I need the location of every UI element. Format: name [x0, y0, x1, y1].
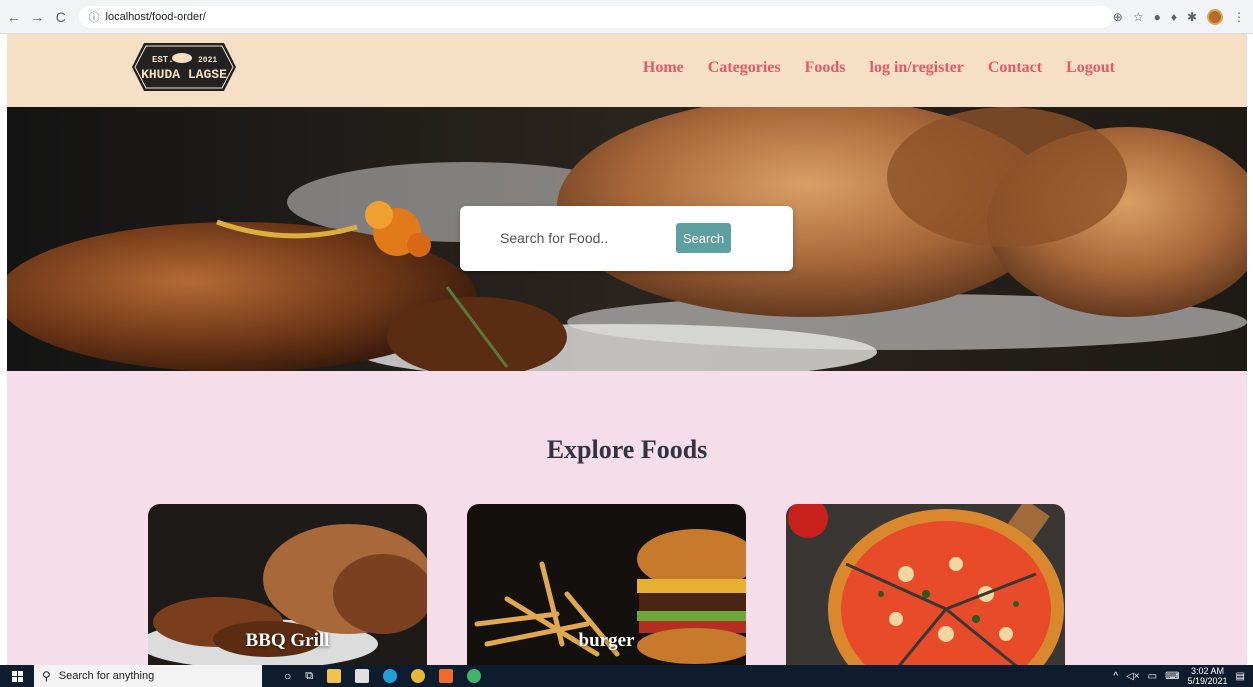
puzzle-icon[interactable]: ✱	[1187, 10, 1197, 24]
search-box: Search	[460, 206, 793, 271]
browser-extensions: ⊕ ☆ ● ♦ ✱ ⋮	[1113, 8, 1245, 25]
shield-icon[interactable]: ●	[1154, 10, 1161, 24]
clock-time: 3:02 AM	[1191, 666, 1225, 676]
nav-categories[interactable]: Categories	[708, 59, 781, 77]
arrow-left-icon[interactable]: ←	[4, 7, 24, 27]
volume-icon[interactable]: ◁×	[1126, 671, 1140, 682]
nav-home[interactable]: Home	[643, 59, 684, 77]
star-icon[interactable]: ☆	[1133, 10, 1144, 24]
address-bar[interactable]: ⓘ localhost/food-order/	[78, 5, 1113, 28]
info-icon[interactable]: ⓘ	[89, 9, 100, 25]
explore-foods-section: Explore Foods BBQ Grill burger	[7, 371, 1247, 665]
clock-date: 5/19/2021	[1187, 676, 1228, 686]
zoom-icon[interactable]: ⊕	[1113, 10, 1123, 24]
section-title: Explore Foods	[546, 435, 708, 464]
nav-logout[interactable]: Logout	[1066, 59, 1115, 77]
profile-avatar[interactable]	[1207, 8, 1224, 25]
menu-icon[interactable]: ⋮	[1233, 10, 1245, 24]
site-logo[interactable]: EST. 2021 KHUDA LAGSE	[132, 43, 236, 91]
logo-name-text: KHUDA LAGSE	[141, 67, 227, 82]
taskbar-search-placeholder: Search for anything	[58, 670, 155, 682]
keyboard-icon[interactable]: ⌨	[1165, 671, 1179, 682]
nav-foods[interactable]: Foods	[805, 59, 846, 77]
taskbar-apps: ○ ⧉	[284, 669, 482, 683]
task-view-icon[interactable]: ⧉	[305, 670, 313, 683]
reload-icon[interactable]: C	[51, 7, 71, 27]
file-explorer-icon[interactable]	[327, 669, 342, 683]
main-nav: Home Categories Foods log in/register Co…	[643, 59, 1115, 77]
category-card-bbq-grill[interactable]: BBQ Grill	[148, 504, 427, 665]
category-label: burger	[578, 630, 635, 651]
category-label: BBQ Grill	[245, 630, 330, 651]
hero-banner: Search	[7, 107, 1247, 371]
windows-start-icon[interactable]	[0, 665, 34, 687]
browser-toolbar: ← → C ⓘ localhost/food-order/ ⊕ ☆ ● ♦ ✱ …	[0, 0, 1253, 34]
nav-login-register[interactable]: log in/register	[870, 59, 964, 77]
edge-icon[interactable]	[383, 669, 398, 683]
store-icon[interactable]	[355, 669, 370, 683]
search-button[interactable]: Search	[676, 223, 731, 253]
nav-contact[interactable]: Contact	[988, 59, 1042, 77]
network-icon[interactable]: ▭	[1148, 671, 1157, 682]
notification-icon[interactable]: ▤	[1236, 671, 1245, 682]
logo-year-text: 2021	[198, 56, 217, 65]
url-text: localhost/food-order/	[105, 10, 206, 23]
chevron-up-icon[interactable]: ^	[1113, 671, 1118, 682]
search-input[interactable]	[500, 224, 660, 252]
chrome-icon[interactable]	[411, 669, 426, 683]
clock[interactable]: 3:02 AM 5/19/2021	[1188, 666, 1228, 686]
arrow-right-icon[interactable]: →	[28, 7, 48, 27]
category-card-pizza[interactable]	[786, 504, 1065, 665]
windows-taskbar: ⚲ Search for anything ○ ⧉ ^ ◁× ▭ ⌨ 3:02 …	[0, 665, 1253, 687]
taskbar-search[interactable]: ⚲ Search for anything	[34, 665, 262, 687]
pizza-image	[786, 504, 1065, 665]
search-icon: ⚲	[42, 669, 51, 683]
xampp-icon[interactable]	[439, 669, 454, 683]
system-tray: ^ ◁× ▭ ⌨ 3:02 AM 5/19/2021 ▤	[1113, 666, 1253, 686]
category-card-burger[interactable]: burger	[467, 504, 746, 665]
logo-est-text: EST.	[152, 55, 174, 65]
app-icon[interactable]	[467, 669, 482, 683]
cortana-icon[interactable]: ○	[284, 669, 291, 683]
site-header: EST. 2021 KHUDA LAGSE Home Categories Fo…	[7, 34, 1247, 107]
extension-icon[interactable]: ♦	[1171, 10, 1177, 24]
